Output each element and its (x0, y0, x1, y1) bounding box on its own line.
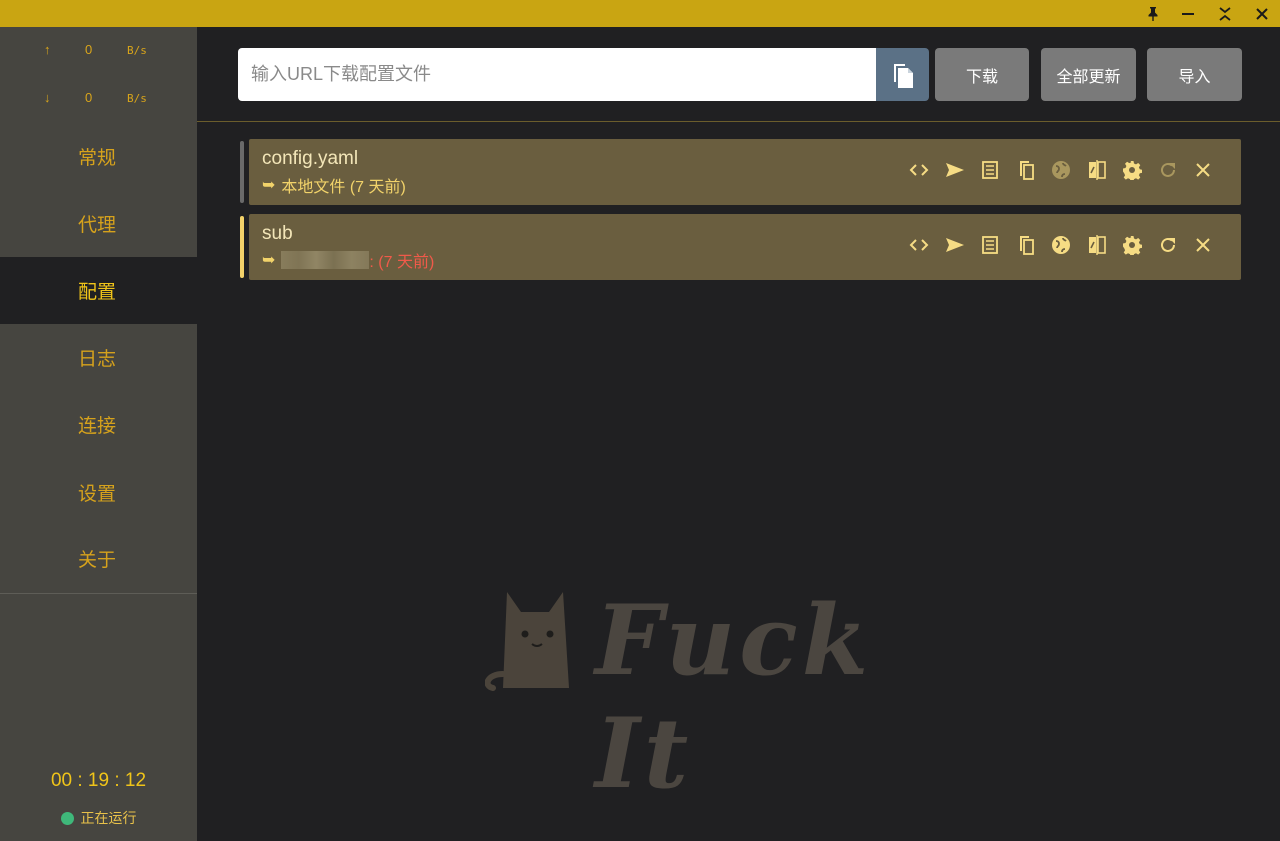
code-icon[interactable] (902, 232, 938, 258)
code-icon[interactable] (902, 157, 938, 183)
status-label: 正在运行 (80, 810, 137, 826)
globe-icon[interactable] (1044, 157, 1080, 183)
upload-unit: B/s (127, 44, 147, 57)
download-speed: ↓ 0 B/s (0, 86, 197, 110)
cat-icon (485, 592, 569, 691)
source-text: 本地文件 (7 天前) (281, 179, 406, 196)
profile-actions (902, 157, 1222, 183)
profile-source: ➥ : (7 天前) (262, 248, 434, 272)
profile-indicator-selected (240, 216, 244, 278)
refresh-icon[interactable] (1150, 157, 1186, 183)
source-arrow-icon: ➥ (262, 177, 276, 194)
copy-icon[interactable] (1008, 157, 1044, 183)
minimize-icon[interactable] (1170, 0, 1206, 27)
pin-icon[interactable] (1135, 0, 1171, 27)
nav-profiles[interactable]: 配置 (0, 257, 197, 324)
send-icon[interactable] (937, 157, 973, 183)
nav-general[interactable]: 常规 (0, 123, 197, 190)
watermark-text: Fuck It (595, 584, 873, 810)
delete-icon[interactable] (1186, 232, 1222, 258)
import-button[interactable]: 导入 (1147, 48, 1242, 101)
source-time: : (7 天前) (369, 254, 435, 271)
nav-logs[interactable]: 日志 (0, 324, 197, 391)
sidebar: ↑ 0 B/s ↓ 0 B/s 常规 代理 配置 日志 连接 设置 关于 00 … (0, 27, 197, 841)
profile-name: config.yaml (262, 148, 359, 169)
update-all-button[interactable]: 全部更新 (1041, 48, 1136, 101)
nav-connections[interactable]: 连接 (0, 391, 197, 458)
url-input[interactable] (238, 48, 876, 101)
compare-icon[interactable] (1079, 232, 1115, 258)
sidebar-divider (0, 593, 197, 594)
gear-icon[interactable] (1115, 232, 1151, 258)
gear-icon[interactable] (1115, 157, 1151, 183)
profile-actions (902, 232, 1222, 258)
toolbar-divider (197, 121, 1280, 122)
profile-indicator (240, 141, 244, 203)
watermark: Fuck It (485, 582, 985, 810)
paste-icon (893, 63, 913, 88)
delete-icon[interactable] (1186, 157, 1222, 183)
download-value: 0 (85, 90, 93, 105)
globe-icon[interactable] (1044, 232, 1080, 258)
collapse-icon[interactable] (1207, 0, 1243, 27)
list-icon[interactable] (973, 157, 1009, 183)
paste-button[interactable] (876, 48, 929, 101)
close-icon[interactable] (1244, 0, 1280, 27)
upload-value: 0 (85, 42, 93, 57)
nav-proxy[interactable]: 代理 (0, 190, 197, 257)
refresh-icon[interactable] (1150, 232, 1186, 258)
uptime-timer: 00 : 19 : 12 (50, 770, 147, 791)
copy-icon[interactable] (1008, 232, 1044, 258)
redacted-url (281, 251, 370, 269)
download-button[interactable]: 下载 (935, 48, 1029, 101)
nav-settings[interactable]: 设置 (0, 459, 197, 526)
profile-name: sub (262, 223, 293, 244)
download-unit: B/s (127, 92, 147, 105)
upload-arrow-icon: ↑ (44, 42, 51, 57)
upload-speed: ↑ 0 B/s (0, 38, 197, 62)
running-status[interactable]: 正在运行 (0, 808, 197, 828)
profile-card-sub[interactable]: sub ➥ : (7 天前) (249, 214, 1241, 280)
title-bar (0, 0, 1280, 27)
compare-icon[interactable] (1079, 157, 1115, 183)
profile-card-config[interactable]: config.yaml ➥ 本地文件 (7 天前) (249, 139, 1241, 205)
download-arrow-icon: ↓ (44, 90, 51, 105)
send-icon[interactable] (937, 232, 973, 258)
list-icon[interactable] (973, 232, 1009, 258)
status-dot-icon (60, 811, 74, 825)
profile-source: ➥ 本地文件 (7 天前) (262, 173, 406, 197)
source-arrow-icon: ➥ (262, 252, 276, 269)
nav-about[interactable]: 关于 (0, 525, 197, 592)
